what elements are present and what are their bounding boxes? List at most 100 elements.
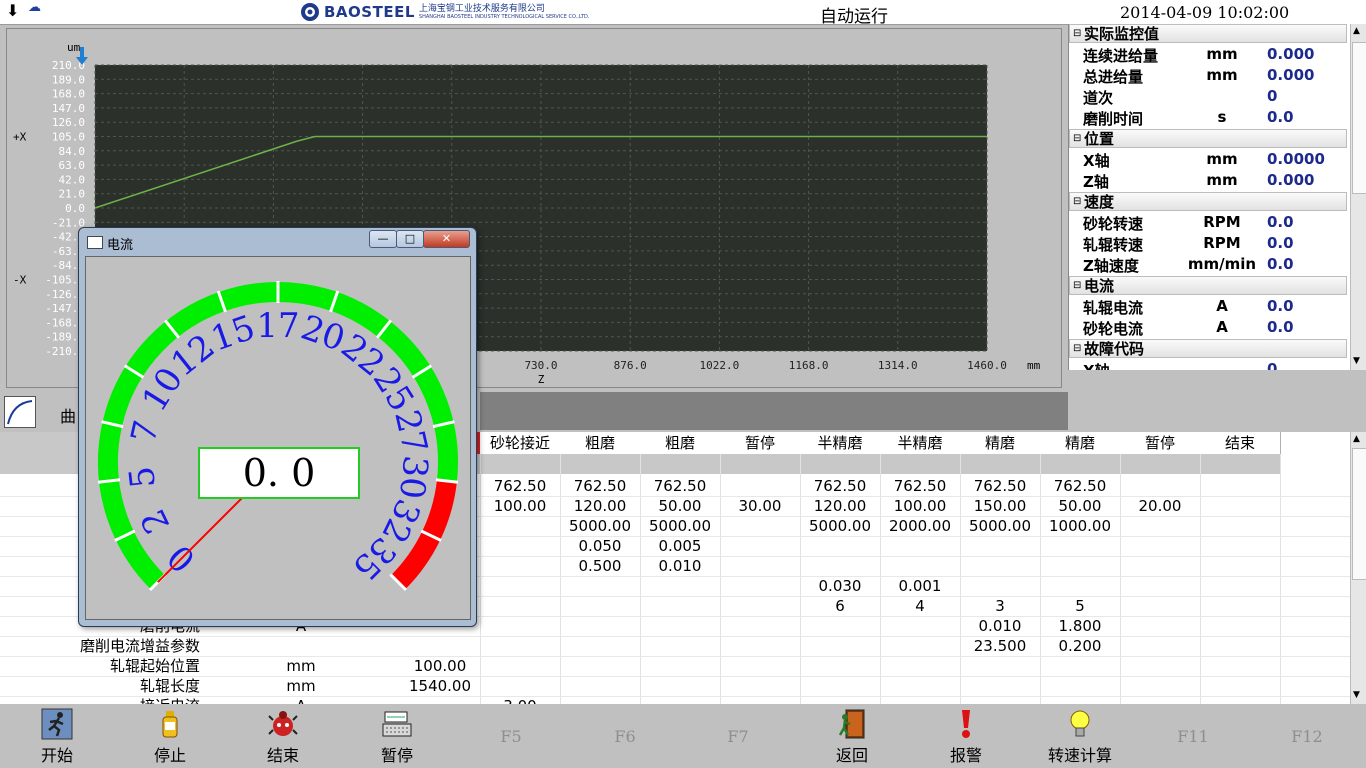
table-cell[interactable]: 120.00: [560, 496, 640, 516]
scroll-up-arrow[interactable]: ▲: [1353, 434, 1360, 444]
collapse-icon[interactable]: ⊟: [1073, 277, 1081, 295]
table-cell[interactable]: 120.00: [800, 496, 880, 516]
table-header[interactable]: 结束: [1200, 432, 1281, 455]
table-cell[interactable]: 0.200: [1040, 636, 1120, 656]
table-header[interactable]: 暂停: [720, 432, 801, 455]
monitor-section-header[interactable]: ⊟ 故障代码: [1069, 339, 1347, 358]
table-cell[interactable]: 100.00: [480, 496, 560, 516]
monitor-label: 磨削时间: [1083, 110, 1144, 128]
collapse-icon[interactable]: ⊟: [1073, 193, 1081, 211]
scroll-up-arrow[interactable]: ▲: [1353, 26, 1360, 36]
table-header[interactable]: 粗磨: [640, 432, 721, 455]
monitor-section-header[interactable]: ⊟ 实际监控值: [1069, 24, 1347, 43]
monitor-section-header[interactable]: ⊟ 速度: [1069, 192, 1347, 211]
table-cell[interactable]: 100.00: [880, 496, 960, 516]
table-scrollbar[interactable]: ▲ ▼: [1350, 432, 1366, 704]
scroll-down-arrow[interactable]: ▼: [1353, 690, 1360, 700]
table-cell[interactable]: 30.00: [720, 496, 800, 516]
table-cell[interactable]: 762.50: [480, 476, 560, 496]
table-header[interactable]: 半精磨: [800, 432, 881, 455]
toolbar-button-disabled-12[interactable]: F12: [1250, 705, 1364, 768]
table-cell[interactable]: 50.00: [1040, 496, 1120, 516]
close-icon: ✕: [441, 232, 452, 245]
table-cell[interactable]: 100.00: [400, 656, 480, 676]
cloud-icon[interactable]: ☁: [28, 0, 41, 15]
table-cell[interactable]: 3.00: [480, 696, 560, 704]
table-cell[interactable]: 6: [800, 596, 880, 616]
table-cell[interactable]: 1540.00: [400, 676, 480, 696]
table-cell[interactable]: 0.500: [560, 556, 640, 576]
table-cell[interactable]: 20.00: [1120, 496, 1200, 516]
scroll-thumb[interactable]: [1352, 42, 1366, 194]
table-cell[interactable]: 23.500: [960, 636, 1040, 656]
collapse-icon[interactable]: ⊟: [1073, 130, 1081, 148]
table-cell[interactable]: 762.50: [1040, 476, 1120, 496]
curve-icon[interactable]: [4, 396, 36, 428]
table-cell[interactable]: 3: [960, 596, 1040, 616]
gauge-scale-label: 27: [386, 406, 435, 457]
table-cell[interactable]: 5000.00: [960, 516, 1040, 536]
table-header[interactable]: 粗磨: [560, 432, 641, 455]
table-cell[interactable]: 762.50: [640, 476, 720, 496]
toolbar-button-2[interactable]: 停止: [113, 705, 227, 768]
table-cell[interactable]: 0.030: [800, 576, 880, 596]
table-header[interactable]: 砂轮接近: [480, 432, 561, 455]
table-cell[interactable]: 5000.00: [800, 516, 880, 536]
minimize-button[interactable]: —: [369, 230, 397, 248]
toolbar-button-1[interactable]: 开始: [0, 705, 114, 768]
table-header[interactable]: 精磨: [1040, 432, 1121, 455]
scroll-down-arrow[interactable]: ▼: [1353, 356, 1360, 366]
toolbar-button-disabled-5[interactable]: F5: [454, 705, 568, 768]
table-cell[interactable]: 762.50: [880, 476, 960, 496]
collapse-icon[interactable]: ⊟: [1073, 340, 1081, 358]
restore-button[interactable]: □: [396, 230, 424, 248]
table-cell[interactable]: 150.00: [960, 496, 1040, 516]
toolbar-button-9[interactable]: 报警: [909, 705, 1023, 768]
y-tick-label: 168.0: [52, 88, 85, 101]
close-button[interactable]: ✕: [423, 230, 470, 248]
curve-tab-label[interactable]: 曲: [60, 403, 76, 427]
table-cell[interactable]: 5000.00: [560, 516, 640, 536]
gauge-scale-label: 5: [122, 464, 164, 490]
toolbar-button-10[interactable]: 转速计算: [1023, 705, 1137, 768]
toolbar-button-4[interactable]: 暂停: [340, 705, 454, 768]
table-cell[interactable]: 762.50: [800, 476, 880, 496]
table-cell[interactable]: 1000.00: [1040, 516, 1120, 536]
monitor-unit: A: [1216, 297, 1228, 315]
toolbar-button-3[interactable]: 结束: [226, 705, 340, 768]
table-header[interactable]: 精磨: [960, 432, 1041, 455]
curve-area-strip: [480, 392, 1068, 430]
y-tick-label: 21.0: [59, 188, 86, 201]
table-cell[interactable]: 0.050: [560, 536, 640, 556]
collapse-icon[interactable]: ⊟: [1073, 25, 1081, 43]
monitor-scrollbar[interactable]: ▲ ▼: [1350, 24, 1366, 370]
toolbar-button-8[interactable]: 返回: [795, 705, 909, 768]
table-cell[interactable]: 0.010: [640, 556, 720, 576]
monitor-label: 轧辊转速: [1083, 236, 1144, 254]
table-header[interactable]: 暂停: [1120, 432, 1201, 455]
monitor-section-header[interactable]: ⊟ 位置: [1069, 129, 1347, 148]
minimize-icon: —: [377, 232, 389, 245]
table-cell[interactable]: 0.001: [880, 576, 960, 596]
table-cell[interactable]: 762.50: [960, 476, 1040, 496]
monitor-row: 砂轮转速 RPM 0.0: [1069, 213, 1351, 234]
toolbar-button-disabled-7[interactable]: F7: [681, 705, 795, 768]
monitor-section-header[interactable]: ⊟ 电流: [1069, 276, 1347, 295]
table-cell[interactable]: 50.00: [640, 496, 720, 516]
table-header[interactable]: 半精磨: [880, 432, 961, 455]
table-cell[interactable]: 4: [880, 596, 960, 616]
table-cell[interactable]: 5: [1040, 596, 1120, 616]
table-cell[interactable]: 0.010: [960, 616, 1040, 636]
scroll-thumb[interactable]: [1352, 448, 1366, 580]
table-cell[interactable]: 0.005: [640, 536, 720, 556]
current-gauge-window[interactable]: 电流 — □ ✕ 02571012151720222527303235 0. 0: [78, 227, 477, 627]
arrow-down-icon[interactable]: ⬇: [6, 1, 19, 20]
minus-x-label: -X: [13, 274, 27, 287]
table-cell[interactable]: 5000.00: [640, 516, 720, 536]
toolbar-button-disabled-6[interactable]: F6: [568, 705, 682, 768]
table-cell[interactable]: 2000.00: [880, 516, 960, 536]
table-cell[interactable]: 762.50: [560, 476, 640, 496]
toolbar-button-disabled-11[interactable]: F11: [1136, 705, 1250, 768]
gauge-scale-label: 30: [391, 453, 436, 500]
table-cell[interactable]: 1.800: [1040, 616, 1120, 636]
